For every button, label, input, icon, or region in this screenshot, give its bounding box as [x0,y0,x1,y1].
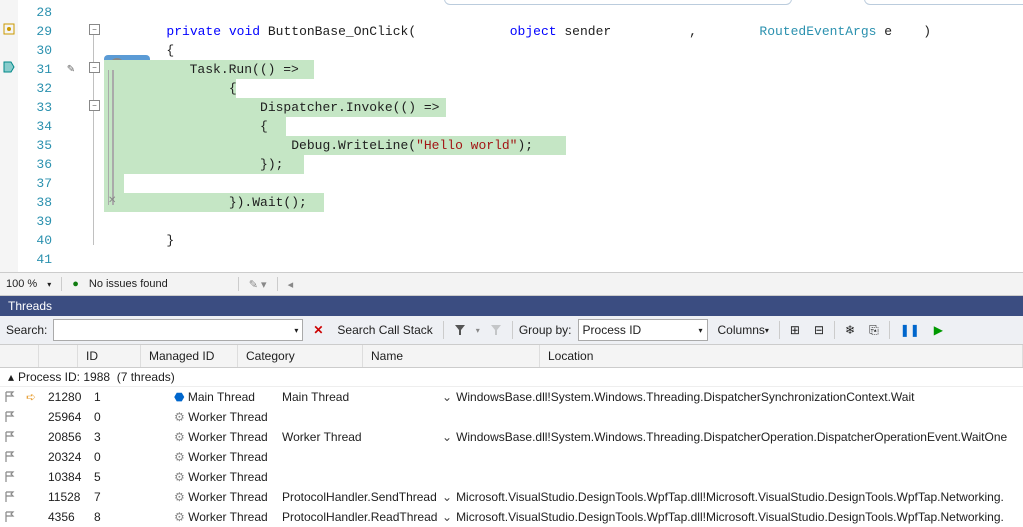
suggestion-icon[interactable] [2,22,16,36]
indicator-margin: ✎ [58,0,86,272]
table-row[interactable]: 208563⚙ Worker ThreadWorker Thread⌄Windo… [0,427,1023,447]
flag-filter-icon[interactable] [450,323,470,337]
columns-button[interactable]: Columns ▾ [714,322,773,338]
change-bar [108,70,109,205]
chevron-down-icon[interactable]: ⌄ [442,390,452,404]
flag-icon[interactable] [4,491,26,503]
threads-toolbar: Search: ▾ ✕ Search Call Stack ▾ Group by… [0,316,1023,345]
col-category[interactable]: Category [238,345,363,367]
gear-icon: ⚙ [174,410,185,424]
fold-box[interactable]: − [89,62,100,73]
table-row[interactable]: 115287⚙ Worker ThreadProtocolHandler.Sen… [0,487,1023,507]
tag-icon[interactable] [2,60,16,74]
search-input[interactable]: ▾ [53,319,303,341]
col-id[interactable]: ID [78,345,141,367]
current-thread-icon: ➪ [26,390,36,404]
gear-icon: ⚙ [174,450,185,464]
gutter [0,0,18,272]
flag-icon[interactable] [4,431,26,443]
col-managed-id[interactable]: Managed ID [141,345,238,367]
flag-icon[interactable] [4,451,26,463]
edit-icon: ✎ [64,62,78,76]
pause-icon[interactable]: ❚❚ [896,322,924,338]
gear-icon: ⚙ [174,470,185,484]
guide-line [112,70,114,205]
search-callstack-button[interactable]: Search Call Stack [333,322,436,338]
table-row[interactable]: 43568⚙ Worker ThreadProtocolHandler.Read… [0,507,1023,527]
expand-icon[interactable]: ⊞ [786,322,804,338]
fold-box[interactable]: − [89,24,100,35]
line-numbers: 2829303132333435363738394041 [18,0,58,272]
chevron-down-icon[interactable]: ⌄ [442,430,452,444]
flag-icon[interactable] [4,391,26,403]
issues-text: No issues found [89,278,168,290]
threads-panel-title: Threads [0,296,1023,316]
gear-icon: ⚙ [174,510,185,524]
flag-filter-icon[interactable] [486,323,506,337]
run-icon[interactable]: ▶ [930,322,947,338]
table-row[interactable]: ➪212801⬣ Main ThreadMain Thread⌄WindowsB… [0,387,1023,407]
threads-table-body: ➪212801⬣ Main ThreadMain Thread⌄WindowsB… [0,387,1023,527]
col-name[interactable]: Name [363,345,540,367]
collapse-icon[interactable]: ⊟ [810,322,828,338]
code-editor[interactable]: 2829303132333435363738394041 ✎ − − − ▶ S… [0,0,1023,273]
table-row[interactable]: 103845⚙ Worker Thread [0,467,1023,487]
table-row[interactable]: 203240⚙ Worker Thread [0,447,1023,467]
code-area[interactable]: System.Windows.Controls.Button: Click me… [104,0,1023,275]
main-thread-icon: ⬣ [174,390,184,404]
check-icon: ● [72,278,79,290]
fold-margin[interactable]: − − − [86,0,104,272]
fold-box[interactable]: − [89,100,100,111]
gear-icon: ⚙ [174,430,185,444]
gear-icon: ⚙ [174,490,185,504]
chevron-down-icon[interactable]: ⌄ [442,510,452,524]
clear-search-button[interactable]: ✕ [309,322,327,338]
flag-icon[interactable] [4,511,26,523]
threads-table-header: ID Managed ID Category Name Location [0,345,1023,368]
brush-icon[interactable]: ✎ ▾ [249,278,267,291]
chevron-down-icon[interactable]: ⌄ [442,490,452,504]
groupby-select[interactable]: Process ID▾ [578,319,708,341]
groupby-label: Group by: [519,323,572,337]
col-location[interactable]: Location [540,345,1023,367]
freeze-icon[interactable]: ❄ [841,322,859,338]
zoom-level[interactable]: 100 % [6,278,37,290]
close-marker-icon: ✕ [108,195,116,206]
search-label: Search: [6,323,47,337]
flag-icon[interactable] [4,471,26,483]
group-row[interactable]: ▴ Process ID: 1988 (7 threads) [0,368,1023,387]
collapse-icon[interactable]: ▴ [4,370,18,384]
table-row[interactable]: 259640⚙ Worker Thread [0,407,1023,427]
flag-icon[interactable] [4,411,26,423]
status-bar: 100 % ▾ ● No issues found ✎ ▾ ◂ [0,273,1023,296]
copy-icon[interactable]: ⎘ [865,322,883,339]
